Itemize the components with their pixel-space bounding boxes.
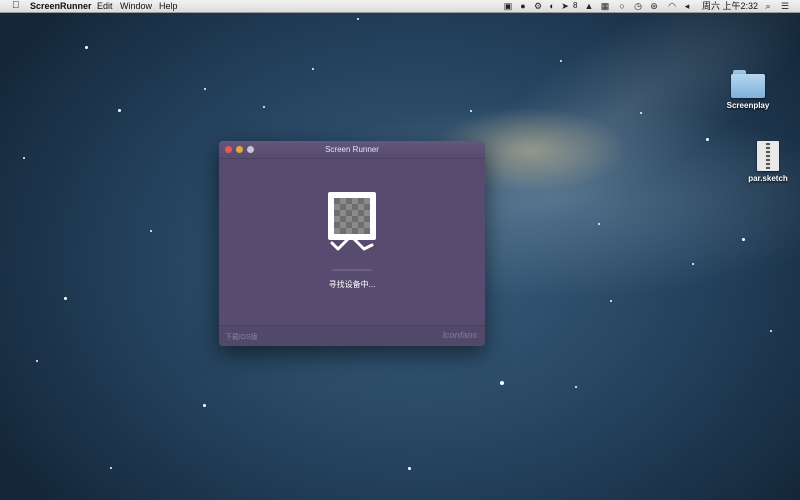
download-ios-link[interactable]: 下载iOS版 xyxy=(225,332,258,342)
qq-penguin-icon[interactable]: ● xyxy=(518,1,528,11)
message-bubble-icon[interactable]: ○ xyxy=(617,1,627,11)
status-badge: 8 xyxy=(573,1,578,10)
desktop-icon-screenplay[interactable]: Screenplay xyxy=(713,70,783,110)
search-status-text: 寻找设备中... xyxy=(328,280,376,289)
menu-help[interactable]: Help xyxy=(159,0,178,12)
lock-icon[interactable]: ▲ xyxy=(584,1,594,11)
desktop-icon-label: Screenplay xyxy=(726,101,770,110)
menu-bar:  ScreenRunner Edit Window Help ▣ ● ⚙ ◐ … xyxy=(0,0,800,13)
clock[interactable]: 周六 上午2:32 xyxy=(702,0,758,12)
brand-logo: Iconfans xyxy=(442,330,477,340)
notification-center-icon[interactable]: ☰ xyxy=(780,1,790,11)
grid-icon[interactable]: ▦ xyxy=(600,1,610,11)
window-footer: 下载iOS版 Iconfans xyxy=(219,325,485,346)
spotlight-search-icon[interactable]: ⌕ xyxy=(763,1,773,11)
status-app-icon[interactable]: ▣ xyxy=(503,1,513,11)
send-arrow-icon[interactable]: ➤ xyxy=(560,1,570,11)
gear-icon[interactable]: ⚙ xyxy=(533,1,543,11)
desktop-icon-par-sketch[interactable]: par.sketch xyxy=(733,141,800,183)
time-machine-icon[interactable]: ◷ xyxy=(633,1,643,11)
volume-icon[interactable]: ◂ xyxy=(682,1,692,11)
device-search-icon xyxy=(328,192,376,252)
screen-runner-window: Screen Runner 寻找设备中... 下载iOS版 Iconfans xyxy=(219,141,485,346)
apple-logo-icon[interactable]:  xyxy=(12,0,20,12)
loading-indicator xyxy=(332,269,372,271)
archive-file-icon xyxy=(757,141,779,171)
wifi-icon[interactable]: ◠ xyxy=(667,1,677,11)
desktop-icon-label: par.sketch xyxy=(748,174,788,183)
window-title: Screen Runner xyxy=(325,145,379,154)
window-titlebar[interactable]: Screen Runner xyxy=(219,141,485,159)
chat-icon[interactable]: ◐ xyxy=(547,1,557,11)
menu-app-name[interactable]: ScreenRunner xyxy=(30,0,92,12)
sync-icon[interactable]: ⊛ xyxy=(649,1,659,11)
menu-window[interactable]: Window xyxy=(120,0,152,12)
folder-icon xyxy=(731,70,765,98)
menu-edit[interactable]: Edit xyxy=(97,0,113,12)
